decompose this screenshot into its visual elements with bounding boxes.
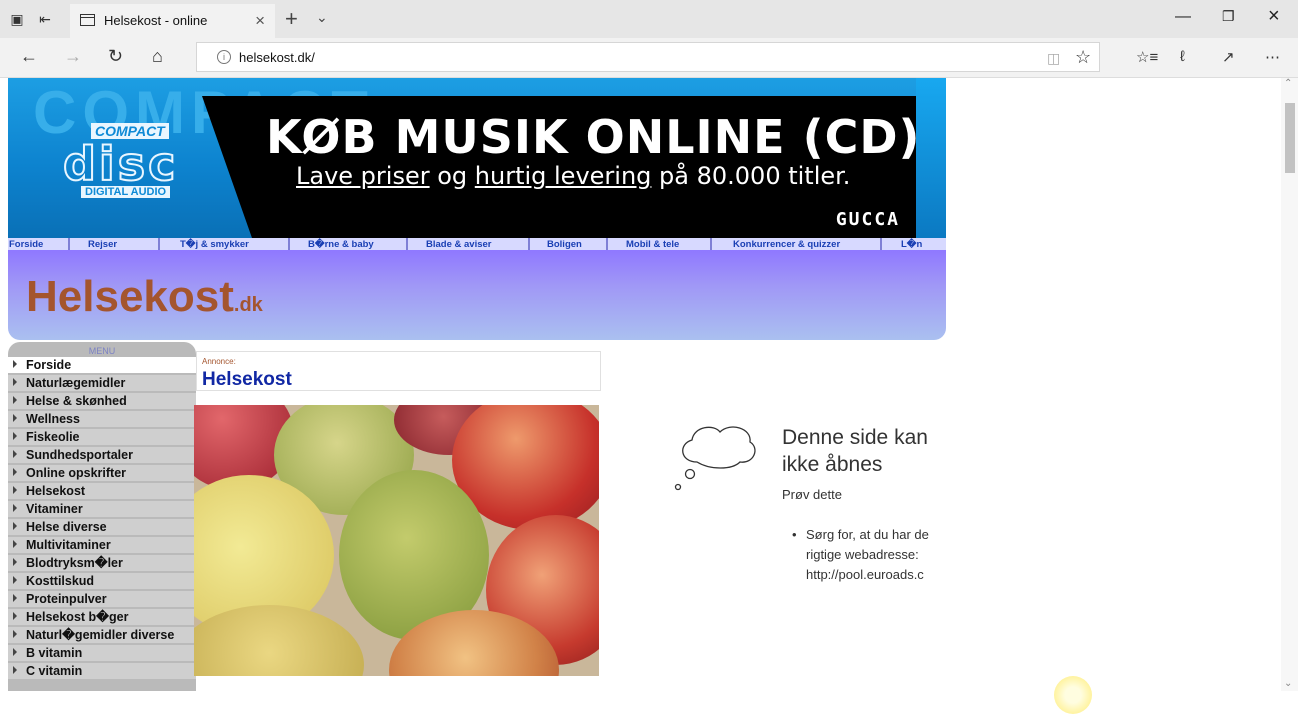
- favorites-list-icon[interactable]: ☆≡: [1136, 48, 1158, 66]
- error-suggestion: • Sørg for, at du har de rigtige webadre…: [792, 527, 929, 582]
- tab-strip: ▣ ⇤ Helsekost - online × + ⌄ — ❐ ×: [0, 0, 1298, 38]
- menu-item-fiskeolie[interactable]: Fiskeolie: [8, 429, 196, 445]
- menu-item-multivitaminer[interactable]: Multivitaminer: [8, 537, 196, 553]
- cat-link-borne[interactable]: B�rne & baby: [308, 239, 374, 250]
- cat-link-mobil[interactable]: Mobil & tele: [626, 239, 679, 250]
- banner-subline: Lave priser og hurtig levering på 80.000…: [296, 162, 851, 190]
- close-tab-icon[interactable]: ×: [255, 11, 265, 31]
- address-bar[interactable]: i helsekost.dk/ ◫ ☆: [196, 42, 1100, 72]
- menu-item-blodtryksmaler[interactable]: Blodtryksm�ler: [8, 555, 196, 571]
- menu-item-sundhedsportaler[interactable]: Sundhedsportaler: [8, 447, 196, 463]
- ad-label: Annonce:: [202, 357, 236, 366]
- menu-item-forside[interactable]: Forside: [8, 357, 196, 373]
- chevron-down-icon[interactable]: ⌄: [316, 9, 328, 26]
- music-banner-ad[interactable]: COMPACT COMPACT disc DIGITAL AUDIO KØB M…: [8, 78, 946, 238]
- site-header: Helsekost.dk: [8, 250, 946, 340]
- refresh-icon[interactable]: ↻: [108, 46, 123, 67]
- home-icon[interactable]: ⌂: [152, 46, 163, 67]
- favorite-star-icon[interactable]: ☆: [1075, 47, 1091, 68]
- tab-actions-icon[interactable]: ▣: [8, 10, 26, 28]
- more-icon[interactable]: ⋯: [1265, 48, 1280, 66]
- site-logo[interactable]: Helsekost.dk: [26, 272, 263, 322]
- forward-icon[interactable]: →: [64, 46, 82, 67]
- ad-header-box[interactable]: Annonce: Helsekost: [196, 351, 601, 391]
- cat-link-rejser[interactable]: Rejser: [88, 239, 117, 250]
- cat-link-boligen[interactable]: Boligen: [547, 239, 582, 250]
- new-tab-icon[interactable]: +: [285, 6, 298, 32]
- cd-digital-text: DIGITAL AUDIO: [81, 186, 171, 198]
- navigation-bar: ← → ↻ ⌂ i helsekost.dk/ ◫ ☆ ☆≡ ℓ ↗ ⋯: [0, 38, 1298, 78]
- menu-item-helse-diverse[interactable]: Helse diverse: [8, 519, 196, 535]
- menu-item-kosttilskud[interactable]: Kosttilskud: [8, 573, 196, 589]
- fruit-photo: [194, 405, 599, 676]
- error-title: Denne side kan ikke åbnes: [782, 426, 928, 476]
- set-aside-tabs-icon[interactable]: ⇤: [36, 10, 54, 28]
- cd-disc-text: disc: [62, 136, 179, 192]
- scroll-up-icon[interactable]: ⌃: [1284, 78, 1292, 89]
- sidebar-menu: MENU Forside Naturlægemidler Helse & skø…: [8, 342, 196, 691]
- banner-headline: KØB MUSIK ONLINE (CD): [266, 110, 921, 164]
- cat-link-konkurrencer[interactable]: Konkurrencer & quizzer: [733, 239, 840, 250]
- banner-brand-logo: GUCCA: [835, 209, 900, 230]
- menu-item-c-vitamin[interactable]: C vitamin: [8, 663, 196, 679]
- menu-item-naturlaegemidler[interactable]: Naturlægemidler: [8, 375, 196, 391]
- close-window-icon[interactable]: ×: [1268, 5, 1280, 28]
- url-text[interactable]: helsekost.dk/: [239, 50, 315, 65]
- cat-link-toj[interactable]: T�j & smykker: [180, 239, 249, 250]
- menu-item-online-opskrifter[interactable]: Online opskrifter: [8, 465, 196, 481]
- menu-item-proteinpulver[interactable]: Proteinpulver: [8, 591, 196, 607]
- error-try-label: Prøv dette: [782, 487, 842, 502]
- tab-title: Helsekost - online: [104, 13, 208, 28]
- menu-item-helsekost[interactable]: Helsekost: [8, 483, 196, 499]
- category-nav: Forside Rejser T�j & smykker B�rne & bab…: [8, 238, 946, 250]
- share-icon[interactable]: ↗: [1222, 48, 1235, 66]
- cat-link-forside[interactable]: Forside: [9, 239, 43, 250]
- scroll-down-icon[interactable]: ⌄: [1284, 678, 1292, 689]
- vertical-scrollbar[interactable]: ⌃ ⌄: [1281, 78, 1298, 691]
- menu-item-helsekost-boger[interactable]: Helsekost b�ger: [8, 609, 196, 625]
- back-icon[interactable]: ←: [20, 46, 38, 67]
- menu-item-b-vitamin[interactable]: B vitamin: [8, 645, 196, 661]
- compact-disc-logo: COMPACT disc DIGITAL AUDIO: [62, 123, 188, 203]
- ad-title[interactable]: Helsekost: [202, 369, 292, 391]
- menu-item-wellness[interactable]: Wellness: [8, 411, 196, 427]
- page-icon: [80, 14, 95, 26]
- banner-black-panel: KØB MUSIK ONLINE (CD) Lave priser og hur…: [202, 96, 921, 238]
- thought-cloud-icon: [674, 426, 756, 491]
- menu-item-vitaminer[interactable]: Vitaminer: [8, 501, 196, 517]
- tab-active[interactable]: Helsekost - online ×: [70, 4, 275, 38]
- cat-link-lon[interactable]: L�n: [901, 239, 922, 250]
- lightbulb-image: [1054, 676, 1092, 714]
- restore-icon[interactable]: ❐: [1222, 8, 1235, 25]
- info-icon[interactable]: i: [217, 50, 231, 64]
- menu-item-naturlaegemidler-diverse[interactable]: Naturl�gemidler diverse: [8, 627, 196, 643]
- scroll-thumb[interactable]: [1285, 103, 1295, 173]
- cat-link-blade[interactable]: Blade & aviser: [426, 239, 491, 250]
- menu-title: MENU: [88, 346, 116, 356]
- minimize-icon[interactable]: —: [1175, 8, 1191, 26]
- reading-view-icon[interactable]: ◫: [1047, 50, 1060, 67]
- banner-edge: [916, 78, 946, 238]
- menu-item-helse-skonhed[interactable]: Helse & skønhed: [8, 393, 196, 409]
- pen-icon[interactable]: ℓ: [1180, 48, 1185, 65]
